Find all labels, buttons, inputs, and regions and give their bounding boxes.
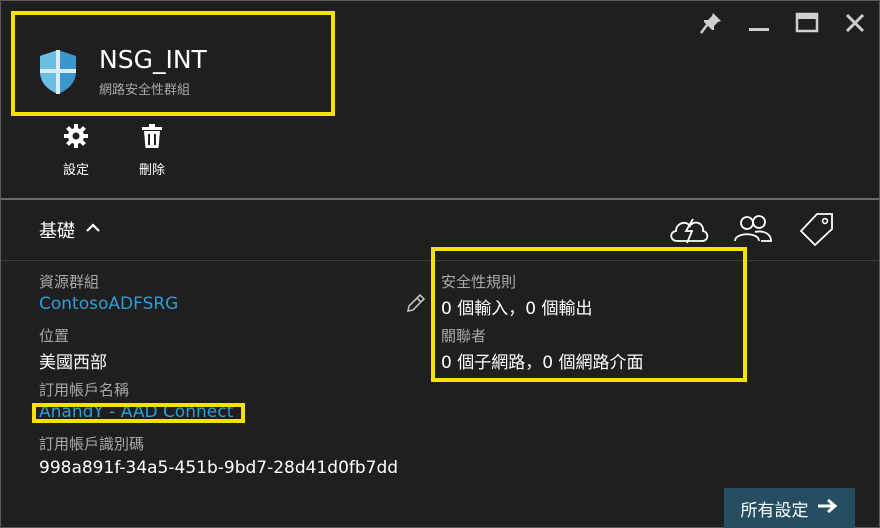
- window-controls: [699, 11, 867, 35]
- all-settings-label: 所有設定: [740, 501, 809, 521]
- delete-label: 刪除: [138, 163, 165, 178]
- pin-icon[interactable]: [699, 11, 723, 35]
- essentials-toggle[interactable]: 基礎: [39, 217, 101, 243]
- pencil-icon[interactable]: [404, 293, 426, 315]
- resource-group-link[interactable]: ContosoADFSRG: [39, 294, 178, 314]
- header-divider: [1, 198, 879, 200]
- users-icon[interactable]: [731, 211, 775, 247]
- close-icon[interactable]: [843, 11, 867, 35]
- subscription-name-label: 訂用帳戶名稱: [39, 381, 130, 399]
- minimize-icon[interactable]: [747, 11, 771, 35]
- maximize-icon[interactable]: [795, 11, 819, 35]
- essentials-heading: 基礎: [39, 221, 75, 242]
- trash-icon: [139, 123, 165, 153]
- cloud-bolt-icon[interactable]: [667, 211, 711, 247]
- subscription-id-value: 998a891f-34a5-451b-9bd7-28d41d0fb7dd: [39, 458, 399, 478]
- delete-button[interactable]: 刪除: [129, 123, 175, 178]
- location-label: 位置: [39, 327, 70, 345]
- location-value: 美國西部: [39, 353, 107, 373]
- chevron-up-icon: [85, 220, 101, 241]
- subscription-id-label: 訂用帳戶識別碼: [39, 435, 145, 453]
- nsg-blade: NSG_INT 網路安全性群組 設定 刪除 基礎 資源群組 ContosoADF…: [0, 0, 880, 528]
- resource-group-label: 資源群組: [39, 273, 100, 291]
- essentials-icons: [667, 211, 839, 247]
- settings-label: 設定: [62, 163, 89, 178]
- command-toolbar: 設定 刪除: [53, 123, 175, 178]
- all-settings-button[interactable]: 所有設定: [724, 488, 855, 528]
- gear-icon: [63, 123, 89, 153]
- arrow-right-icon: [817, 498, 839, 519]
- highlight-box-subscription: [32, 403, 245, 423]
- highlight-box-header: [11, 11, 335, 116]
- tag-icon[interactable]: [795, 211, 839, 247]
- settings-button[interactable]: 設定: [53, 123, 99, 178]
- highlight-box-rules: [431, 247, 747, 382]
